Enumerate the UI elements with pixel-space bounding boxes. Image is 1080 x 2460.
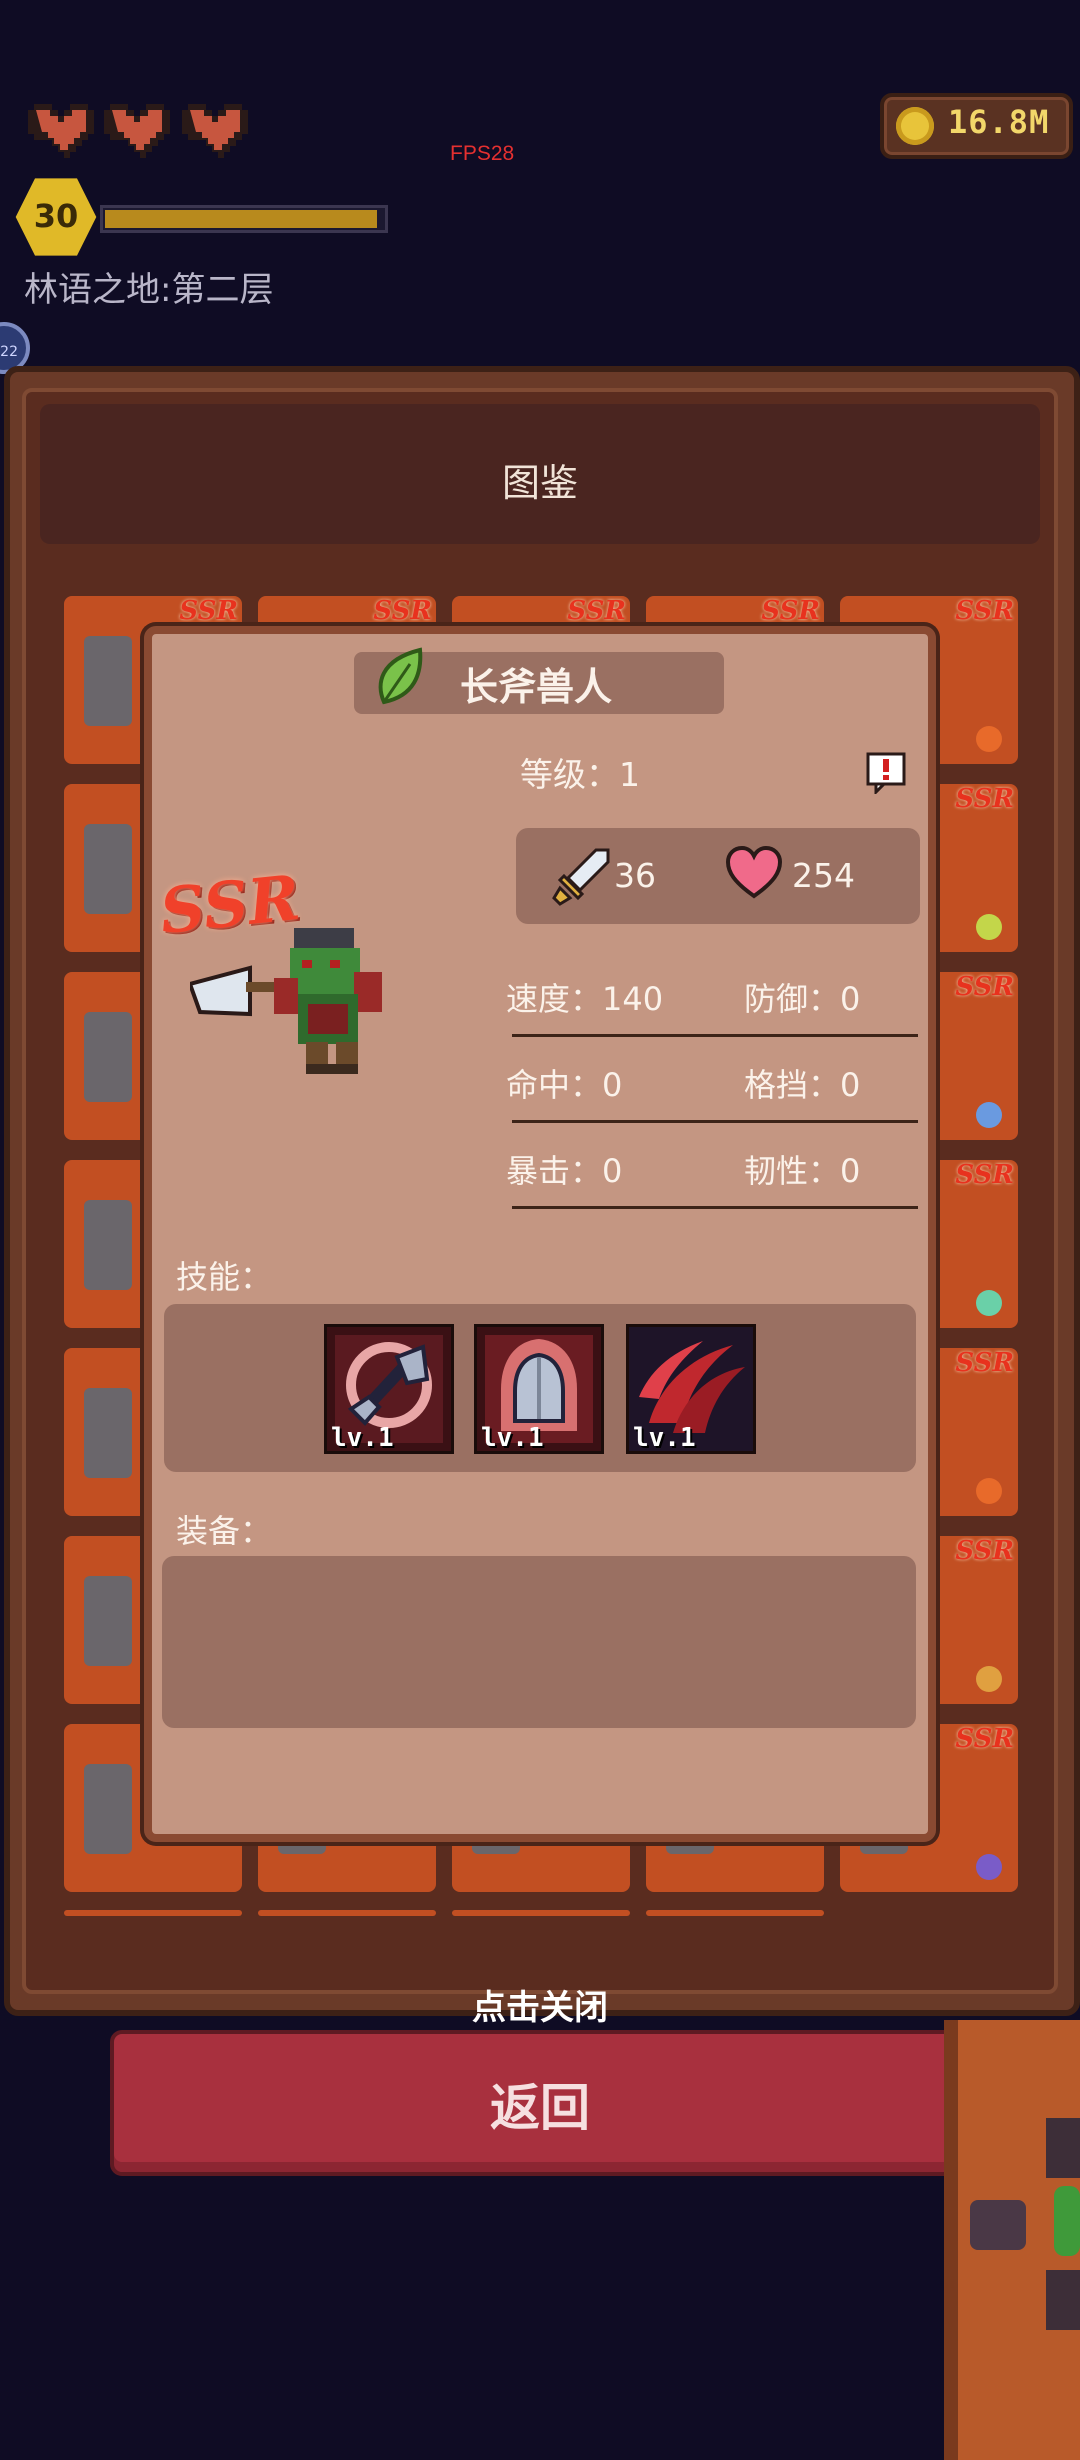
codex-card[interactable] [64,1910,242,1916]
back-button[interactable]: 返回 [110,2030,970,2176]
card-rarity-badge: SSR [179,596,238,626]
card-rarity-badge: SSR [955,1348,1014,1378]
card-unit-sprite [84,1388,132,1478]
fps-counter: FPS28 [450,142,515,165]
card-rarity-badge: SSR [955,1160,1014,1190]
stat-crit: 暴击：0 [506,1152,623,1190]
tap-to-close-hint[interactable]: 点击关闭 [0,1980,1080,2029]
element-gem-icon [976,914,1002,940]
codex-card[interactable] [646,1910,824,1916]
stat-speed: 速度：140 [506,980,664,1018]
card-rarity-badge: SSR [955,1536,1014,1566]
level-number: 30 [33,197,79,235]
card-unit-sprite [84,1576,132,1666]
gold-counter: 16.8M [880,93,1073,159]
stat-block: 格挡：0 [744,1066,861,1104]
equipment-label: 装备： [176,1512,273,1550]
card-rarity-badge: SSR [567,596,626,626]
card-unit-sprite [84,824,132,914]
info-icon[interactable] [866,752,906,794]
gold-amount: 16.8M [948,103,1050,141]
xp-bar [100,205,388,233]
attack-value: 36 [614,856,656,895]
heart-icon [28,104,94,158]
card-unit-sprite [84,1200,132,1290]
unit-name: 长斧兽人 [460,665,613,709]
codex-card[interactable] [452,1910,630,1916]
map-ground-edge [944,2020,958,2460]
unit-level: 等级：1 [520,755,640,794]
skill-level: lv.1 [481,1423,544,1453]
card-rarity-badge: SSR [955,1724,1014,1754]
skills-label: 技能： [176,1258,273,1296]
codex-title: 图鉴 [501,461,578,505]
element-gem-icon [976,1478,1002,1504]
map-pillar [1046,2118,1080,2178]
card-rarity-badge: SSR [373,596,432,626]
equipment-container [162,1556,916,1728]
skill-slot[interactable]: lv.1 [474,1324,604,1454]
skill-level: lv.1 [633,1423,696,1453]
element-gem-icon [976,1290,1002,1316]
map-creature [970,2200,1026,2250]
axe-orc-sprite [190,928,382,1074]
leaf-icon [378,647,423,705]
skill-slot[interactable]: lv.1 [626,1324,756,1454]
element-gem-icon [976,1666,1002,1692]
card-rarity-badge: SSR [955,972,1014,1002]
stat-divider [512,1206,918,1209]
card-unit-sprite [84,1012,132,1102]
sword-icon [552,848,610,906]
card-unit-sprite [84,636,132,726]
card-rarity-badge: SSR [955,596,1014,626]
element-gem-icon [976,726,1002,752]
element-gem-icon [976,1854,1002,1880]
map-goblin [1054,2186,1080,2256]
stat-hit: 命中：0 [506,1066,623,1104]
coin-icon [896,107,934,145]
heart-icon [182,104,248,158]
card-rarity-badge: SSR [761,596,820,626]
area-name: 林语之地:第二层 [24,270,274,310]
card-rarity-badge: SSR [955,784,1014,814]
stat-divider [512,1120,918,1123]
level-badge: 30 [15,178,97,256]
stat-divider [512,1034,918,1037]
card-unit-sprite [84,1764,132,1854]
stat-toughness: 韧性：0 [744,1152,861,1190]
heart-icon [104,104,170,158]
skill-level: lv.1 [331,1423,394,1453]
map-pillar [1046,2270,1080,2330]
skill-slot[interactable]: lv.1 [324,1324,454,1454]
xp-bar-fill [105,210,377,228]
hp-value: 254 [792,856,855,895]
hp-heart-icon [726,846,782,899]
element-gem-icon [976,1102,1002,1128]
back-button-label: 返回 [490,2079,590,2137]
stat-defense: 防御：0 [744,980,861,1018]
codex-card[interactable] [258,1910,436,1916]
